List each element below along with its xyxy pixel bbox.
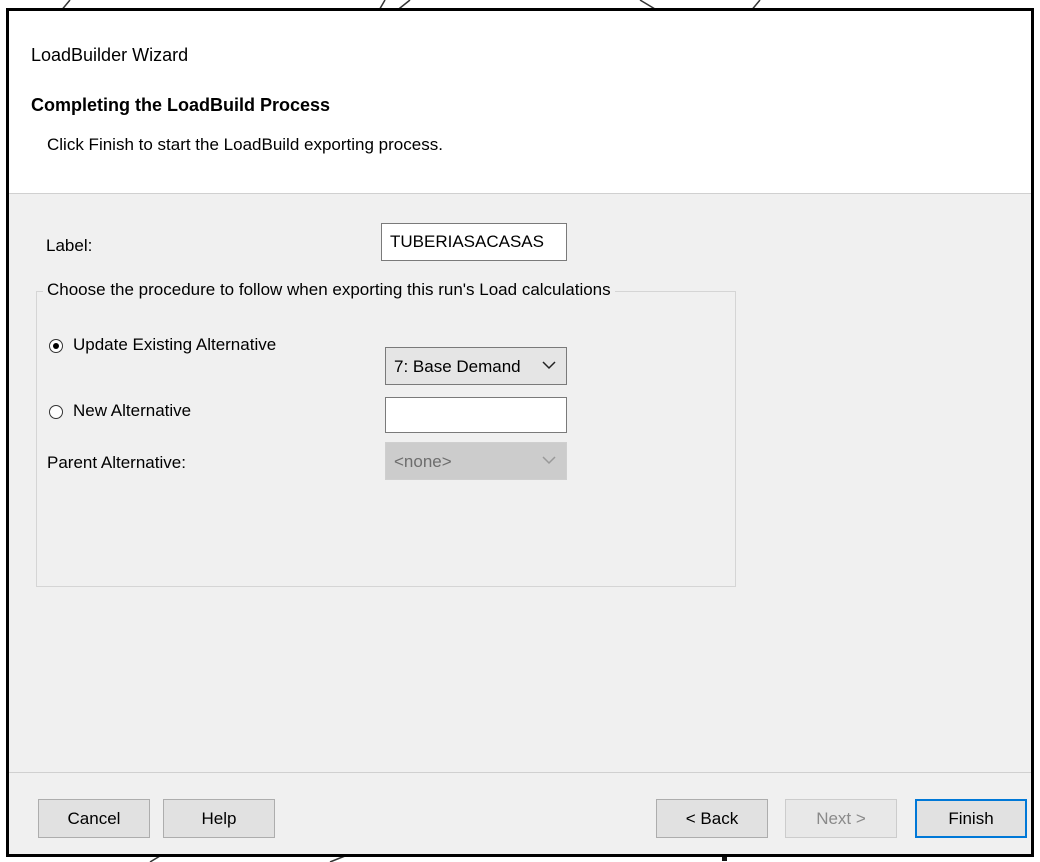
new-alternative-input[interactable] (385, 397, 567, 433)
next-button: Next > (785, 799, 897, 838)
new-alternative-label[interactable]: New Alternative (73, 401, 191, 421)
window-title: LoadBuilder Wizard (31, 45, 189, 65)
groupbox-caption: Choose the procedure to follow when expo… (43, 280, 615, 300)
loadbuilder-wizard-dialog: LoadBuilder Wizard Completing the LoadBu… (6, 8, 1034, 857)
label-caption: Label: (46, 236, 93, 255)
update-existing-label[interactable]: Update Existing Alternative (73, 335, 276, 355)
page-subtitle: Click Finish to start the LoadBuild expo… (47, 135, 443, 154)
footer-divider (9, 772, 1031, 773)
cancel-button[interactable]: Cancel (38, 799, 150, 838)
update-existing-radio[interactable] (49, 339, 63, 353)
parent-alternative-caption: Parent Alternative: (47, 453, 186, 472)
label-input[interactable]: TUBERIASACASAS (381, 223, 567, 261)
chevron-down-icon (542, 361, 556, 370)
chevron-down-icon (542, 456, 556, 465)
help-button[interactable]: Help (163, 799, 275, 838)
wizard-header: LoadBuilder Wizard Completing the LoadBu… (9, 11, 1031, 194)
finish-button[interactable]: Finish (915, 799, 1027, 838)
existing-alternative-value: 7: Base Demand (394, 357, 521, 376)
new-alternative-radio[interactable] (49, 405, 63, 419)
back-button[interactable]: < Back (656, 799, 768, 838)
existing-alternative-select[interactable]: 7: Base Demand (385, 347, 567, 385)
parent-alternative-select: <none> (385, 442, 567, 480)
page-heading: Completing the LoadBuild Process (31, 95, 331, 115)
parent-alternative-value: <none> (394, 452, 452, 471)
